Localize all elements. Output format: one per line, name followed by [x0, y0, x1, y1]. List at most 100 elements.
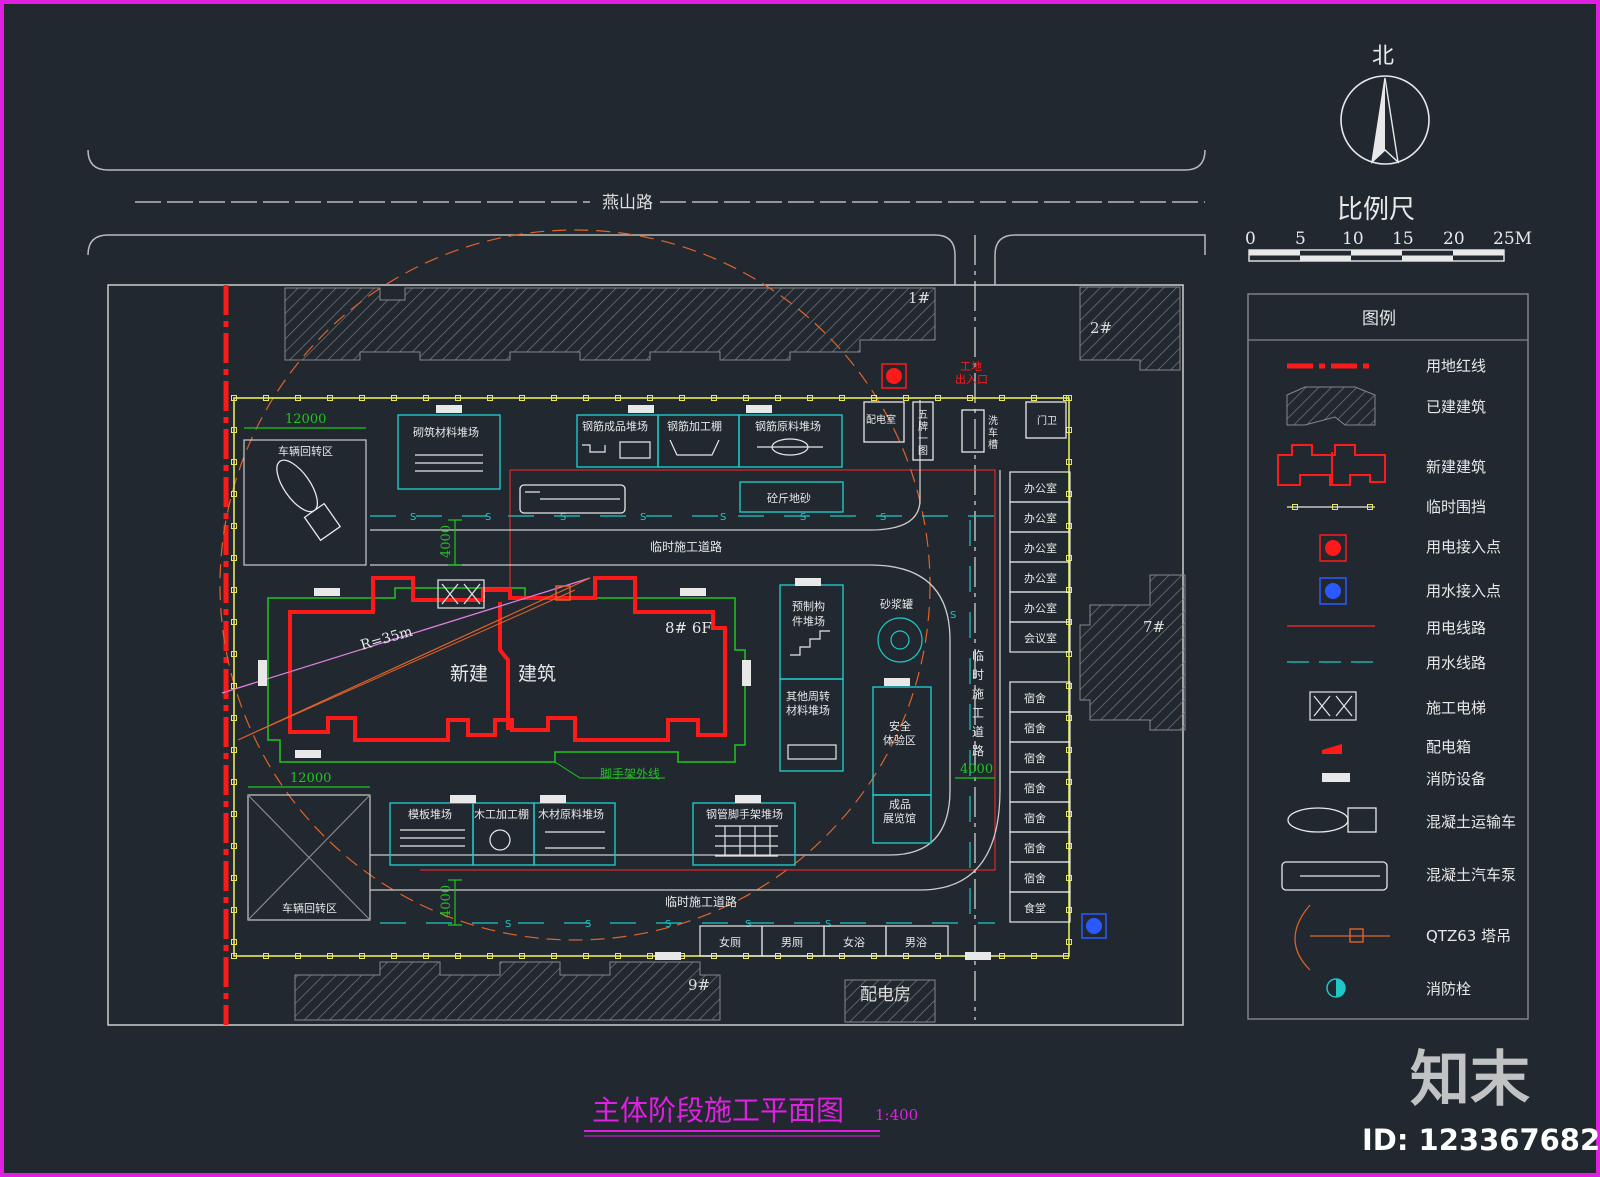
building-2-label: 2# — [1090, 319, 1112, 337]
exhibit-label-2: 展览馆 — [883, 811, 916, 825]
road-bottom-label: 临时施工道路 — [665, 894, 737, 909]
vertical-char: 时 — [972, 668, 984, 682]
legend-fire-equipment-symbol — [1322, 773, 1350, 782]
fire-equipment-marker — [450, 795, 476, 803]
precast-label-1: 预制构 — [792, 599, 825, 613]
fire-equipment-marker — [314, 588, 340, 596]
drawing-title: 主体阶段施工平面图 — [592, 1094, 844, 1127]
fire-equipment-marker — [540, 795, 566, 803]
vertical-char: 临 — [972, 649, 984, 663]
washer-label: 洗车槽 — [988, 415, 998, 451]
vertical-char: 路 — [972, 743, 984, 758]
vertical-char: 一 — [918, 434, 928, 445]
water-s-marker: S — [800, 512, 806, 523]
legend-item-label: 临时围挡 — [1426, 498, 1486, 516]
scaffold-label: 脚手架外线 — [600, 766, 660, 781]
substation-label: 配电房 — [860, 985, 911, 1005]
legend-new-building-symbol — [1277, 444, 1386, 486]
brick-label: 砼斤地砂 — [767, 492, 811, 505]
legend-labels: 用地红线已建建筑新建建筑临时围挡用电接入点用水接入点用电线路用水线路施工电梯配电… — [1426, 357, 1516, 998]
fire-equipment-marker — [258, 660, 267, 686]
toilet-label: 女浴 — [843, 935, 865, 949]
legend-pump-truck-symbol — [1281, 861, 1388, 891]
legend-item-label: 已建建筑 — [1426, 398, 1486, 416]
water-entry-icon — [1086, 918, 1102, 934]
fire-equipment-marker — [884, 678, 910, 686]
scale-tick-label: 10 — [1342, 229, 1364, 249]
room-label: 宿舍 — [1024, 751, 1046, 765]
north-compass — [1340, 75, 1430, 165]
legend-item-label: 用电线路 — [1426, 619, 1486, 637]
toilet-block: 女厕 男厕 女浴 男浴 — [699, 925, 949, 957]
dim-v-right-text: 4000 — [960, 762, 993, 777]
scale-tick-label: 0 — [1245, 229, 1256, 249]
scale-bar-title: 比例尺 — [1337, 195, 1415, 225]
vertical-char: 道 — [972, 725, 984, 739]
safety-label-1: 安全 — [889, 719, 911, 733]
rebar-raw-label: 钢筋原料堆场 — [755, 419, 821, 433]
legend-item-label: 消防设备 — [1426, 770, 1486, 788]
room-label: 办公室 — [1024, 601, 1057, 615]
legend-item-label: 施工电梯 — [1426, 699, 1486, 717]
water-s-marker: S — [825, 919, 831, 930]
five-boards-label: 五牌一图 — [918, 410, 928, 457]
washer — [961, 409, 985, 453]
water-s-marker: S — [950, 610, 956, 621]
vertical-char: 洗 — [988, 415, 998, 427]
fire-equipment-marker — [735, 795, 761, 803]
vertical-char: 工 — [972, 706, 984, 720]
gate-label: 门卫 — [1037, 414, 1057, 427]
new-building — [288, 576, 727, 742]
water-s-marker: S — [485, 512, 491, 523]
toilet-label: 男厕 — [781, 936, 803, 949]
dim-top-text: 12000 — [285, 412, 326, 427]
room-label: 食堂 — [1024, 901, 1046, 915]
vertical-char: 施 — [972, 687, 984, 701]
other-label-1: 其他周转 — [786, 689, 830, 703]
entrance-label-1: 工地 — [960, 360, 982, 373]
rebar-shed-label: 钢筋加工棚 — [667, 419, 722, 433]
legend-distribution-box-symbol — [1322, 744, 1342, 754]
water-s-marker: S — [640, 512, 646, 523]
construction-elevator — [437, 579, 485, 609]
water-s-marker: S — [720, 512, 726, 523]
dim-v-bottom-text: 4000 — [439, 885, 454, 918]
drawing-scale: 1:400 — [875, 1106, 918, 1124]
building-1-label: 1# — [908, 289, 930, 307]
site-plan: 燕山路 1# 2# 7# 9# 配电房 S S S S S S SS S S S SS — [0, 0, 1600, 1177]
safety-label-2: 体验区 — [883, 733, 916, 747]
water-s-marker: S — [585, 919, 591, 930]
fire-equipment-marker — [746, 405, 772, 413]
turning-top-label: 车辆回转区 — [278, 444, 333, 458]
outer-frame — [0, 0, 1600, 1177]
legend-mixer-truck-symbol — [1287, 807, 1377, 833]
road-right-label: 临时施工道路 — [972, 649, 984, 758]
concrete-pump-truck — [519, 484, 626, 514]
fire-equipment-marker — [655, 952, 681, 960]
watermark-id: ID: 1233676828 — [1362, 1123, 1600, 1157]
wood-shed-label: 木工加工棚 — [474, 807, 529, 821]
fire-equipment-marker — [628, 405, 654, 413]
fire-equipment-marker — [680, 588, 706, 596]
legend-symbols — [1277, 363, 1390, 998]
water-s-marker: S — [665, 919, 671, 930]
new-building-label-left: 新建 — [450, 663, 488, 685]
legend-item-label: 用水线路 — [1426, 654, 1486, 672]
precast-label-2: 件堆场 — [792, 614, 825, 628]
scale-tick-label: 5 — [1295, 229, 1306, 249]
legend-item-label: QTZ63 塔吊 — [1426, 927, 1511, 945]
legend-item-label: 配电箱 — [1426, 738, 1471, 756]
exhibit-label-1: 成品 — [889, 798, 911, 811]
new-building-number: 8# 6F — [665, 619, 712, 637]
scale-tick-label: 20 — [1443, 229, 1465, 249]
water-s-marker: S — [745, 919, 751, 930]
dim-bottom-text: 12000 — [290, 771, 331, 786]
formwork-label: 模板堆场 — [408, 807, 452, 821]
scale-tick-label: 15 — [1392, 229, 1414, 249]
water-s-marker: S — [410, 512, 416, 523]
room-label: 宿舍 — [1024, 841, 1046, 855]
water-s-marker: S — [880, 512, 886, 523]
power-room-label: 配电室 — [866, 413, 896, 426]
legend-title: 图例 — [1362, 309, 1396, 329]
fire-equipment-marker — [742, 660, 751, 686]
